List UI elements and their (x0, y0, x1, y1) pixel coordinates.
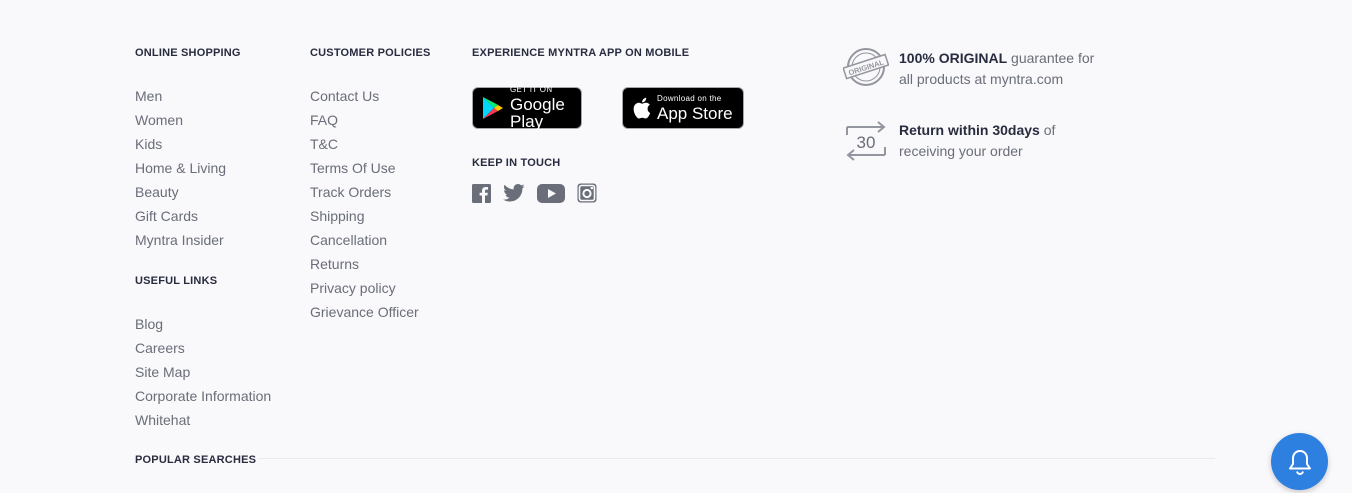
link-beauty[interactable]: Beauty (135, 180, 226, 204)
apple-icon (633, 97, 651, 119)
facebook-icon[interactable] (472, 183, 491, 203)
google-play-small-text: GET IT ON (510, 85, 553, 94)
link-track-orders[interactable]: Track Orders (310, 180, 419, 204)
useful-links-list: Blog Careers Site Map Corporate Informat… (135, 312, 271, 432)
link-faq[interactable]: FAQ (310, 108, 419, 132)
link-men[interactable]: Men (135, 84, 226, 108)
google-play-icon (482, 96, 504, 120)
twitter-icon[interactable] (503, 184, 525, 202)
link-blog[interactable]: Blog (135, 312, 271, 336)
social-links (472, 183, 609, 203)
app-store-big-text: App Store (657, 103, 733, 123)
link-privacy-policy[interactable]: Privacy policy (310, 276, 419, 300)
original-bold-text: 100% ORIGINAL (899, 50, 1008, 66)
useful-links-heading: USEFUL LINKS (135, 275, 218, 287)
link-returns[interactable]: Returns (310, 252, 419, 276)
return-30-number: 30 (857, 133, 876, 152)
link-tc[interactable]: T&C (310, 132, 419, 156)
google-play-big-text: Google Play (510, 95, 565, 131)
link-home-living[interactable]: Home & Living (135, 156, 226, 180)
instagram-icon[interactable] (577, 183, 597, 203)
link-careers[interactable]: Careers (135, 336, 271, 360)
return-text-line2: receiving your order (899, 143, 1023, 159)
customer-policies-list: Contact Us FAQ T&C Terms Of Use Track Or… (310, 84, 419, 324)
link-cancellation[interactable]: Cancellation (310, 228, 419, 252)
app-store-badge[interactable]: Download on the App Store (622, 87, 744, 129)
return-bold-text: Return within 30days (899, 122, 1040, 138)
original-text-line1: guarantee for (1007, 50, 1095, 66)
notification-bell-button[interactable] (1271, 433, 1328, 490)
app-heading: EXPERIENCE MYNTRA APP ON MOBILE (472, 47, 690, 59)
site-footer: ONLINE SHOPPING Men Women Kids Home & Li… (0, 0, 1352, 493)
return-30-icon: 30 (843, 119, 889, 165)
link-kids[interactable]: Kids (135, 132, 226, 156)
original-text-line2: all products at myntra.com (899, 71, 1064, 87)
customer-policies-heading: CUSTOMER POLICIES (310, 47, 431, 59)
link-gift-cards[interactable]: Gift Cards (135, 204, 226, 228)
popular-searches-divider (258, 458, 1215, 459)
youtube-icon[interactable] (537, 183, 565, 203)
google-play-badge[interactable]: GET IT ON Google Play (472, 85, 582, 131)
original-stamp-icon: ORIGINAL (843, 47, 889, 87)
popular-searches-heading: POPULAR SEARCHES (135, 454, 257, 466)
bell-icon (1287, 448, 1313, 476)
link-grievance-officer[interactable]: Grievance Officer (310, 300, 419, 324)
app-store-small-text: Download on the (657, 93, 722, 103)
online-shopping-list: Men Women Kids Home & Living Beauty Gift… (135, 84, 226, 252)
return-policy: 30 Return within 30days of receiving you… (843, 119, 1055, 165)
link-site-map[interactable]: Site Map (135, 360, 271, 384)
link-corporate-information[interactable]: Corporate Information (135, 384, 271, 408)
link-myntra-insider[interactable]: Myntra Insider (135, 228, 226, 252)
link-terms-of-use[interactable]: Terms Of Use (310, 156, 419, 180)
keep-in-touch-heading: KEEP IN TOUCH (472, 157, 561, 169)
link-whitehat[interactable]: Whitehat (135, 408, 271, 432)
online-shopping-heading: ONLINE SHOPPING (135, 47, 241, 59)
link-shipping[interactable]: Shipping (310, 204, 419, 228)
original-guarantee: ORIGINAL 100% ORIGINAL guarantee for all… (843, 47, 1094, 90)
link-contact-us[interactable]: Contact Us (310, 84, 419, 108)
return-text-line1: of (1039, 122, 1056, 138)
link-women[interactable]: Women (135, 108, 226, 132)
